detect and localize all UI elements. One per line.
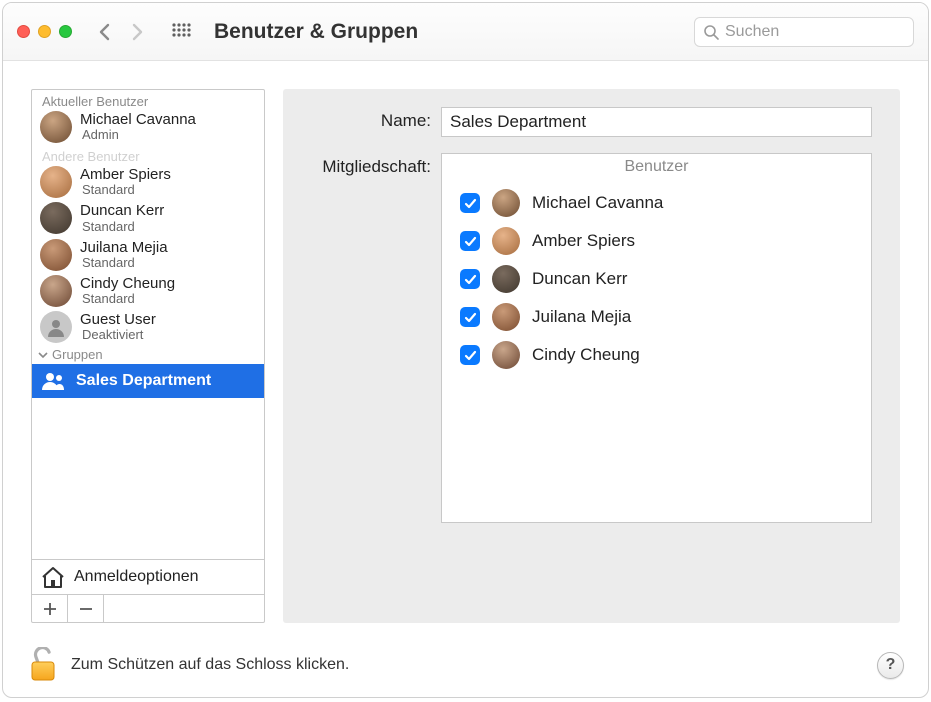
- avatar: [492, 227, 520, 255]
- avatar: [40, 239, 72, 271]
- section-other-users: Andere Benutzer: [32, 145, 264, 164]
- group-icon: [40, 370, 68, 392]
- nav-buttons: [90, 17, 152, 47]
- add-button[interactable]: [32, 595, 68, 622]
- unlocked-padlock-icon: [27, 647, 59, 683]
- membership-label: Mitgliedschaft:: [311, 153, 441, 177]
- minimize-window-button[interactable]: [38, 25, 51, 38]
- avatar: [492, 341, 520, 369]
- sidebar-user[interactable]: Cindy Cheung Standard: [32, 273, 264, 309]
- preferences-window: Benutzer & Gruppen Suchen Aktueller Benu…: [2, 2, 929, 698]
- group-name-input[interactable]: [441, 107, 872, 137]
- name-label: Name:: [311, 107, 441, 131]
- section-groups: Gruppen: [32, 345, 264, 364]
- sidebar-group-sales[interactable]: Sales Department: [32, 364, 264, 398]
- user-role: Standard: [80, 256, 168, 271]
- close-window-button[interactable]: [17, 25, 30, 38]
- forward-button[interactable]: [122, 17, 152, 47]
- user-role: Standard: [80, 183, 171, 198]
- user-name: Amber Spiers: [80, 166, 171, 183]
- avatar: [40, 202, 72, 234]
- member-name: Juilana Mejia: [532, 307, 631, 327]
- search-icon: [703, 24, 719, 40]
- member-checkbox[interactable]: [460, 231, 480, 251]
- chevron-down-icon: [38, 350, 48, 360]
- content-area: Aktueller Benutzer Michael Cavanna Admin…: [3, 61, 928, 633]
- avatar: [492, 303, 520, 331]
- remove-button[interactable]: [68, 595, 104, 622]
- user-name: Cindy Cheung: [80, 275, 175, 292]
- user-role: Standard: [80, 220, 164, 235]
- sidebar-user[interactable]: Duncan Kerr Standard: [32, 200, 264, 236]
- member-row[interactable]: Michael Cavanna: [460, 184, 853, 222]
- avatar: [40, 166, 72, 198]
- search-placeholder: Suchen: [725, 23, 779, 41]
- window-title: Benutzer & Gruppen: [214, 20, 694, 44]
- sidebar-user-current[interactable]: Michael Cavanna Admin: [32, 109, 264, 145]
- member-row[interactable]: Cindy Cheung: [460, 336, 853, 374]
- search-field[interactable]: Suchen: [694, 17, 914, 47]
- member-name: Cindy Cheung: [532, 345, 640, 365]
- user-role: Admin: [80, 128, 196, 143]
- user-role: Standard: [80, 292, 175, 307]
- member-checkbox[interactable]: [460, 193, 480, 213]
- titlebar: Benutzer & Gruppen Suchen: [3, 3, 928, 61]
- help-button[interactable]: ?: [877, 652, 904, 679]
- member-name: Duncan Kerr: [532, 269, 627, 289]
- lock-control[interactable]: Zum Schützen auf das Schloss klicken.: [27, 647, 349, 683]
- user-role: Deaktiviert: [80, 328, 156, 343]
- section-current-user: Aktueller Benutzer: [32, 90, 264, 109]
- lock-text: Zum Schützen auf das Schloss klicken.: [71, 656, 349, 674]
- minus-icon: [79, 602, 93, 616]
- add-remove-bar: [32, 594, 264, 622]
- users-sidebar: Aktueller Benutzer Michael Cavanna Admin…: [31, 89, 265, 623]
- avatar: [40, 111, 72, 143]
- avatar: [40, 275, 72, 307]
- sidebar-user[interactable]: Juilana Mejia Standard: [32, 237, 264, 273]
- avatar: [40, 311, 72, 343]
- group-name: Sales Department: [76, 372, 211, 390]
- house-icon: [40, 566, 66, 588]
- member-checkbox[interactable]: [460, 269, 480, 289]
- login-options-button[interactable]: Anmeldeoptionen: [32, 559, 264, 594]
- member-row[interactable]: Amber Spiers: [460, 222, 853, 260]
- show-all-prefs-button[interactable]: [166, 17, 196, 47]
- footer: Zum Schützen auf das Schloss klicken. ?: [3, 633, 928, 697]
- user-name: Juilana Mejia: [80, 239, 168, 256]
- member-row[interactable]: Juilana Mejia: [460, 298, 853, 336]
- avatar: [492, 189, 520, 217]
- member-row[interactable]: Duncan Kerr: [460, 260, 853, 298]
- user-name: Guest User: [80, 311, 156, 328]
- member-name: Amber Spiers: [532, 231, 635, 251]
- member-checkbox[interactable]: [460, 307, 480, 327]
- user-name: Duncan Kerr: [80, 202, 164, 219]
- back-button[interactable]: [90, 17, 120, 47]
- membership-table: Benutzer Michael Cavanna Amber Spiers: [441, 153, 872, 523]
- member-checkbox[interactable]: [460, 345, 480, 365]
- user-name: Michael Cavanna: [80, 111, 196, 128]
- avatar: [492, 265, 520, 293]
- detail-pane: Name: Mitgliedschaft: Benutzer Michael C…: [283, 89, 900, 623]
- membership-column-header: Benutzer: [442, 154, 871, 184]
- login-options-label: Anmeldeoptionen: [74, 568, 199, 586]
- zoom-window-button[interactable]: [59, 25, 72, 38]
- sidebar-user-guest[interactable]: Guest User Deaktiviert: [32, 309, 264, 345]
- sidebar-user[interactable]: Amber Spiers Standard: [32, 164, 264, 200]
- plus-icon: [43, 602, 57, 616]
- window-controls: [17, 25, 72, 38]
- member-name: Michael Cavanna: [532, 193, 663, 213]
